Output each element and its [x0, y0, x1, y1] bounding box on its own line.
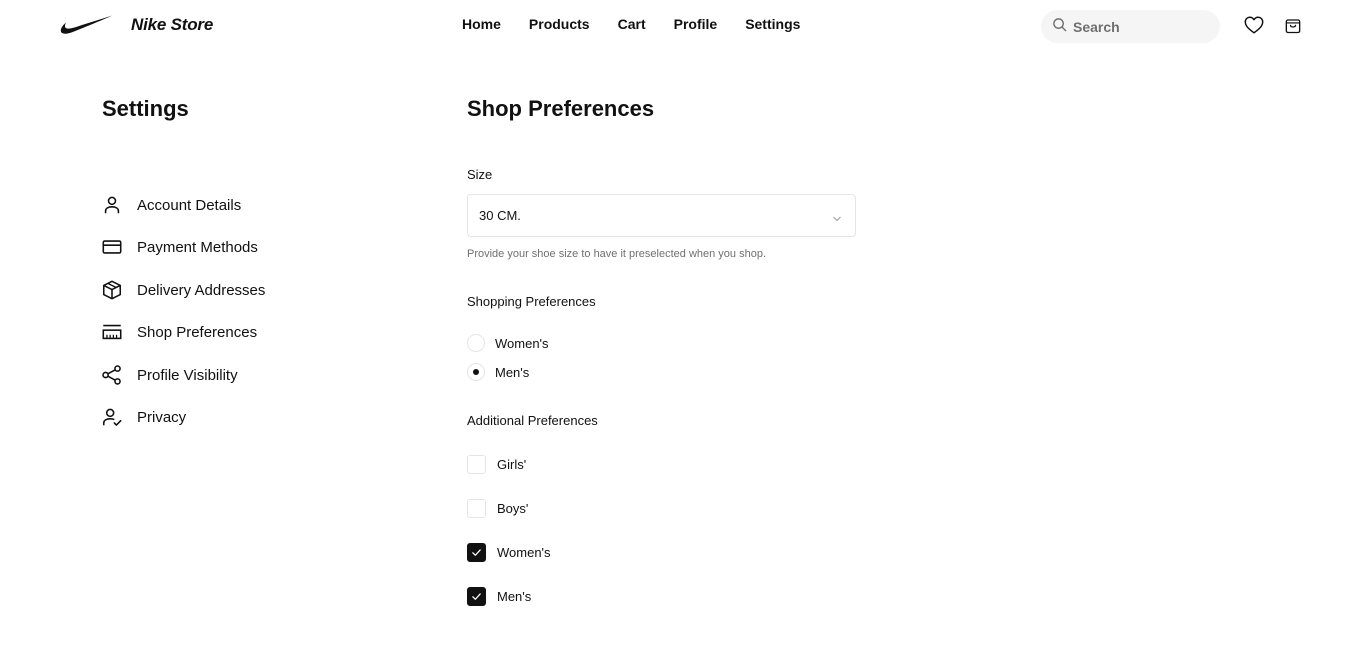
swoosh-logo[interactable]: [60, 14, 114, 36]
bag-icon[interactable]: [1282, 14, 1304, 36]
nav-products[interactable]: Products: [529, 16, 590, 32]
sidebar-item-delivery-addresses[interactable]: Delivery Addresses: [100, 275, 265, 305]
user-icon: [100, 193, 124, 217]
nav-settings[interactable]: Settings: [745, 16, 800, 32]
size-label: Size: [467, 167, 493, 182]
additional-preferences-label: Additional Preferences: [467, 413, 598, 428]
package-icon: [100, 278, 124, 302]
radio-option-womens[interactable]: Women's: [467, 333, 549, 353]
chevron-down-icon: [832, 211, 842, 222]
radio-button-selected[interactable]: [467, 363, 485, 381]
nav-home[interactable]: Home: [462, 16, 501, 32]
size-select[interactable]: 30 CM.: [467, 194, 856, 237]
size-select-value: 30 CM.: [479, 208, 521, 223]
store-name[interactable]: Nike Store: [131, 15, 213, 35]
nav-profile[interactable]: Profile: [674, 16, 718, 32]
checkbox-option-boys[interactable]: Boys': [467, 498, 528, 518]
sidebar-item-account-details[interactable]: Account Details: [100, 190, 241, 220]
sidebar-item-payment-methods[interactable]: Payment Methods: [100, 232, 258, 262]
heart-icon[interactable]: [1243, 14, 1265, 36]
checkbox-checked[interactable]: [467, 542, 486, 562]
top-header: Nike Store Home Products Cart Profile Se…: [0, 0, 1358, 50]
sidebar-title: Settings: [102, 96, 189, 121]
checkmark-icon: [472, 592, 481, 600]
checkbox-label: Boys': [497, 500, 529, 516]
search-input[interactable]: [1073, 18, 1213, 35]
radio-option-mens[interactable]: Men's: [467, 362, 529, 382]
radio-button[interactable]: [467, 334, 485, 352]
checkbox-label: Women's: [497, 544, 551, 560]
checkbox-label: Men's: [497, 588, 532, 604]
user-check-icon: [100, 405, 124, 429]
sidebar-item-label: Account Details: [137, 196, 242, 214]
sidebar-item-profile-visibility[interactable]: Profile Visibility: [100, 360, 238, 390]
checkbox-option-womens[interactable]: Women's: [467, 542, 551, 562]
checkbox-checked[interactable]: [467, 586, 486, 606]
checkmark-icon: [472, 548, 481, 556]
checkbox-option-mens[interactable]: Men's: [467, 586, 531, 606]
checkbox-option-girls[interactable]: Girls': [467, 454, 526, 474]
sidebar-item-label: Shop Preferences: [137, 323, 258, 341]
main-nav: Home Products Cart Profile Settings: [462, 16, 800, 32]
checkbox[interactable]: [467, 454, 486, 474]
search-box[interactable]: [1041, 10, 1220, 43]
size-helper-text: Provide your shoe size to have it presel…: [467, 248, 767, 260]
checkbox[interactable]: [467, 498, 486, 518]
shopping-preferences-label: Shopping Preferences: [467, 294, 596, 309]
card-icon: [100, 235, 124, 259]
sidebar-item-privacy[interactable]: Privacy: [100, 402, 186, 432]
radio-dot: [473, 369, 479, 375]
page-title: Shop Preferences: [467, 96, 655, 121]
sidebar-item-shop-preferences[interactable]: Shop Preferences: [100, 317, 257, 347]
share-icon: [100, 363, 124, 387]
search-icon: [1052, 17, 1067, 37]
sidebar-item-label: Profile Visibility: [137, 366, 238, 384]
nav-cart[interactable]: Cart: [618, 16, 646, 32]
ruler-icon: [100, 320, 124, 344]
sidebar-item-label: Delivery Addresses: [137, 281, 266, 299]
sidebar-item-label: Payment Methods: [137, 238, 258, 256]
checkbox-label: Girls': [497, 456, 527, 472]
radio-label: Men's: [495, 364, 530, 380]
sidebar-item-label: Privacy: [137, 408, 187, 426]
radio-label: Women's: [495, 335, 549, 351]
